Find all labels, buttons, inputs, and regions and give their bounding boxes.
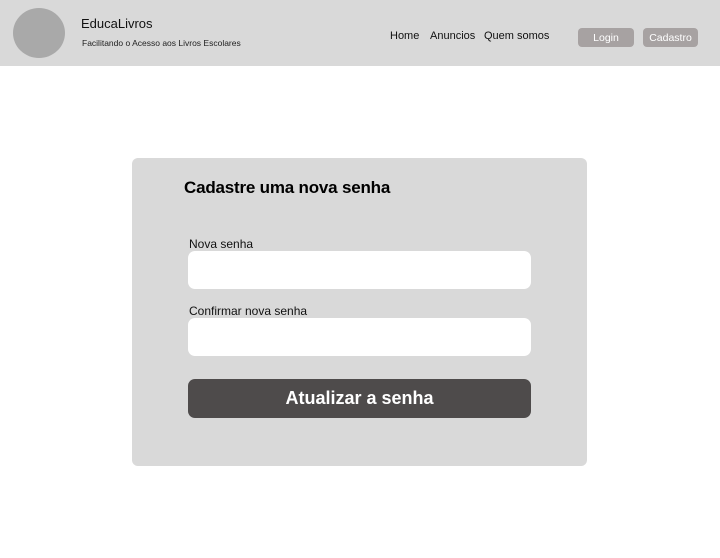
- top-header: EducaLivros Facilitando o Acesso aos Liv…: [0, 0, 720, 66]
- new-password-input[interactable]: [188, 251, 531, 289]
- nav-home-link[interactable]: Home: [390, 30, 419, 42]
- confirm-password-label: Confirmar nova senha: [189, 304, 308, 318]
- login-button[interactable]: Login: [578, 28, 634, 47]
- brand-subtitle: Facilitando o Acesso aos Livros Escolare…: [82, 38, 241, 48]
- confirm-password-input[interactable]: [188, 318, 531, 356]
- nav-anuncios-link[interactable]: Anuncios: [430, 30, 475, 42]
- form-title: Cadastre uma nova senha: [184, 178, 391, 197]
- update-password-button[interactable]: Atualizar a senha: [188, 379, 531, 418]
- logo-avatar[interactable]: [13, 8, 65, 58]
- cadastro-button[interactable]: Cadastro: [643, 28, 698, 47]
- new-password-label: Nova senha: [189, 237, 254, 251]
- reset-password-card: Cadastre uma nova senha Nova senha Confi…: [132, 158, 587, 466]
- nav-quem-somos-link[interactable]: Quem somos: [484, 30, 549, 42]
- brand-title[interactable]: EducaLivros: [81, 16, 153, 31]
